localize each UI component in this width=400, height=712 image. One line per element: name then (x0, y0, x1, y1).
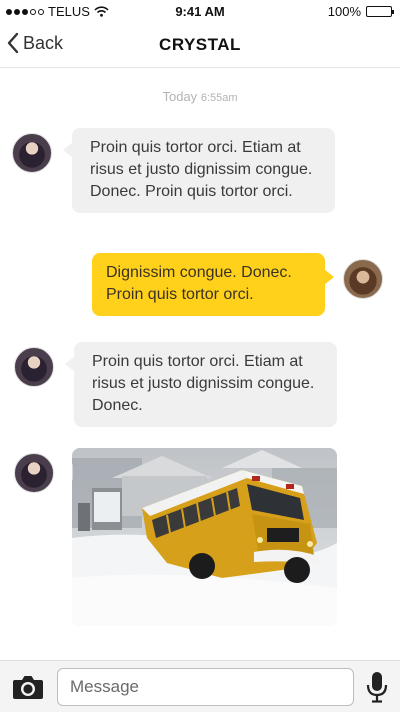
message-input[interactable] (57, 668, 354, 706)
timestamp-day: Today (162, 89, 198, 104)
avatar-crystal[interactable] (14, 453, 54, 493)
microphone-icon[interactable] (366, 671, 388, 703)
battery-icon (366, 6, 394, 17)
avatar-crystal[interactable] (14, 347, 54, 387)
battery-percent: 100% (327, 4, 361, 19)
message-image[interactable] (72, 448, 337, 626)
camera-icon[interactable] (12, 673, 44, 701)
school-bus-photo (72, 448, 337, 626)
avatar-crystal[interactable] (12, 133, 52, 173)
timestamp-time: 6:55am (200, 92, 238, 104)
message-bubble-incoming[interactable]: Proin quis tortor orci. Etiam at risus e… (63, 128, 335, 213)
conversation-title: CRYSTAL (159, 35, 241, 54)
message-composer (0, 660, 400, 712)
message-timestamp: Today 6:55am (0, 89, 400, 104)
status-bar: TELUS 9:41 AM 100% (0, 0, 400, 22)
message-bubble-incoming[interactable]: Proin quis tortor orci. Etiam at risus e… (65, 342, 337, 427)
message-text: Dignissim congue. Donec. Proin quis tort… (106, 264, 292, 303)
avatar-me[interactable] (343, 259, 383, 299)
message-text: Proin quis tortor orci. Etiam at risus e… (90, 139, 313, 200)
message-bubble-outgoing[interactable]: Dignissim congue. Donec. Proin quis tort… (92, 253, 334, 316)
message-text: Proin quis tortor orci. Etiam at risus e… (92, 353, 315, 414)
battery-group: 100% (327, 4, 394, 19)
nav-bar: Back CRYSTAL (0, 22, 400, 68)
